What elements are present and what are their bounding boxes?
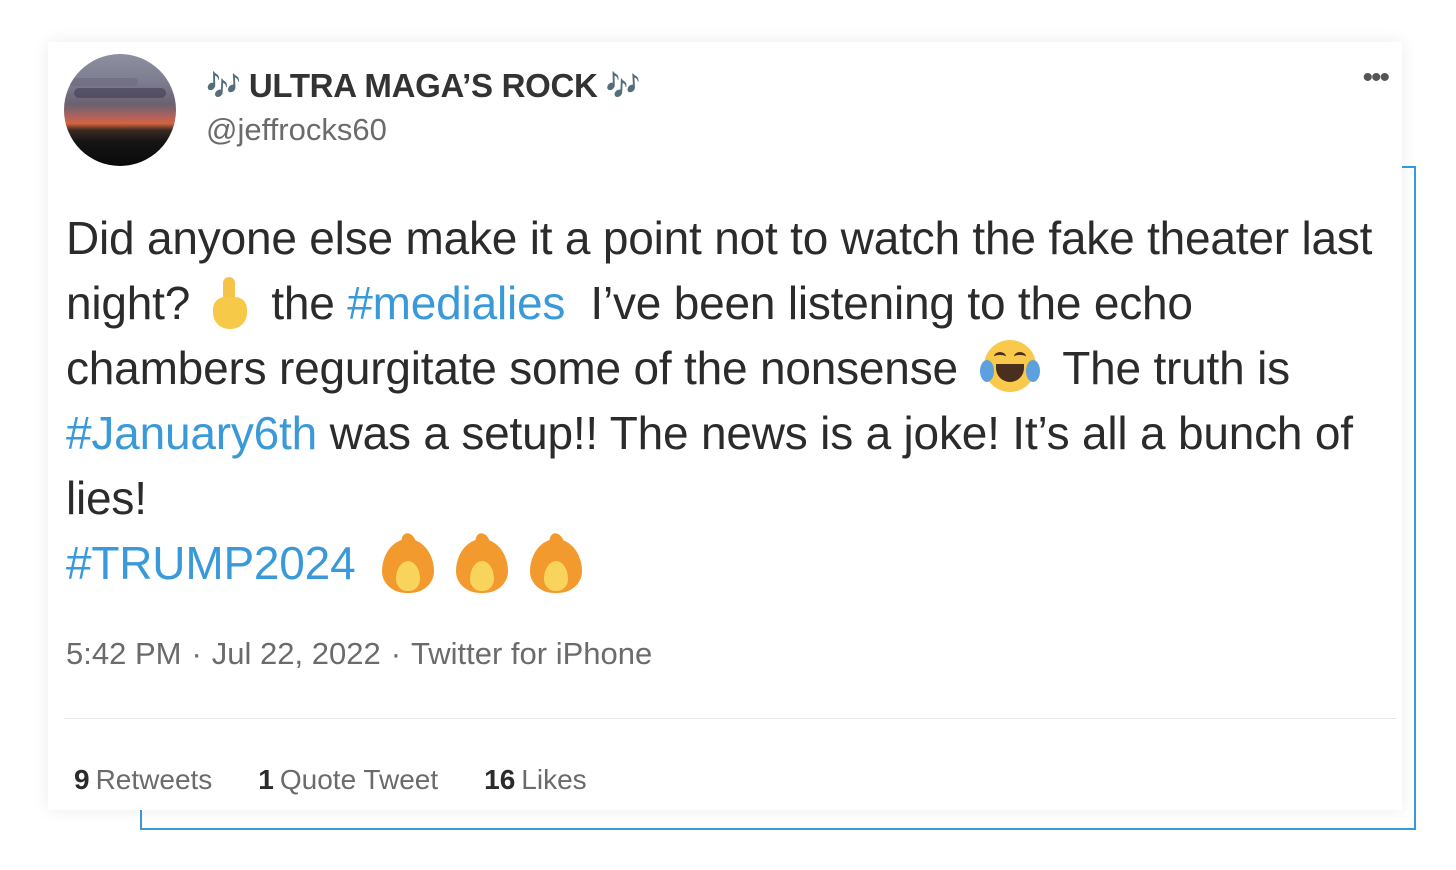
tears-of-joy-emoji-icon [980,340,1041,396]
tweet-text-segment: the [271,277,335,329]
likes-count: 16 [484,764,516,795]
musical-notes-icon: 🎶 [605,69,641,102]
retweets-count: 9 [74,764,90,795]
meta-separator: · [191,636,202,671]
likes-label: Likes [521,764,587,795]
likes-stat[interactable]: 16 Likes [484,764,587,796]
quote-tweets-stat[interactable]: 1 Quote Tweet [258,764,438,796]
quotes-label: Quote Tweet [279,764,439,795]
tweet-stats: 9 Retweets 1 Quote Tweet 16 Likes [74,764,587,796]
hashtag-link[interactable]: #TRUMP2024 [66,537,356,589]
hashtag-link[interactable]: #medialies [347,277,565,329]
tweet-text: Did anyone else make it a point not to w… [66,206,1396,596]
retweets-label: Retweets [95,764,213,795]
fire-emoji-icon [378,531,438,593]
tweet-text-segment: The truth is [1062,342,1290,394]
display-name[interactable]: ULTRA MAGA’S ROCK [249,67,598,105]
quotes-count: 1 [258,764,274,795]
fire-emoji-icon [452,531,512,593]
musical-notes-icon: 🎶 [206,69,241,102]
avatar-cloud [68,78,138,86]
avatar-cloud [74,88,166,98]
user-handle[interactable]: @jeffrocks60 [206,112,387,148]
tweet-date[interactable]: Jul 22, 2022 [212,636,381,672]
author-name-row[interactable]: 🎶 ULTRA MAGA’S ROCK 🎶 [206,66,640,106]
tweet-source-link[interactable]: Twitter for iPhone [411,636,652,672]
retweets-stat[interactable]: 9 Retweets [74,764,212,796]
fire-emoji-icon [526,531,586,593]
hashtag-link[interactable]: #January6th [66,407,317,459]
meta-separator: · [390,636,402,671]
divider [64,718,1396,719]
tweet-card: 🎶 ULTRA MAGA’S ROCK 🎶 @jeffrocks60 ••• D… [48,42,1402,810]
ellipsis-icon[interactable]: ••• [1362,63,1389,93]
avatar[interactable] [64,54,176,166]
tweet-meta: 5:42 PM · Jul 22, 2022 · Twitter for iPh… [66,636,652,672]
tweet-time[interactable]: 5:42 PM [66,636,181,672]
middle-finger-emoji-icon [209,277,253,333]
